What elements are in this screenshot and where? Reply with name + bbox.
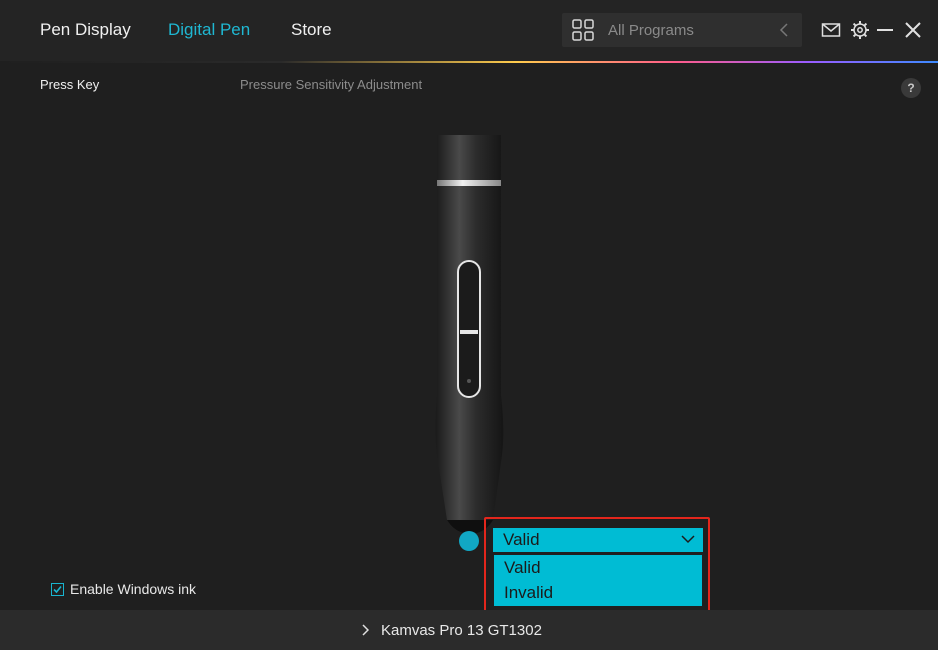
tab-digital-pen[interactable]: Digital Pen: [168, 20, 250, 40]
help-icon[interactable]: ?: [901, 78, 921, 98]
tip-action-selected: Valid: [503, 530, 540, 549]
mail-icon[interactable]: [821, 20, 841, 40]
program-selector[interactable]: All Programs: [562, 13, 802, 47]
grid-icon: [572, 19, 594, 41]
chevron-left-icon[interactable]: [778, 22, 790, 38]
gear-icon[interactable]: [850, 20, 870, 40]
option-valid[interactable]: Valid: [504, 558, 541, 578]
close-icon[interactable]: [903, 20, 923, 40]
device-name: Kamvas Pro 13 GT1302: [381, 622, 542, 639]
check-icon: [53, 585, 62, 594]
program-label: All Programs: [608, 22, 694, 39]
windows-ink-checkbox[interactable]: [51, 583, 64, 596]
minimize-icon[interactable]: [875, 20, 895, 40]
chevron-right-icon: [362, 624, 369, 636]
digital-pen-illustration: [435, 135, 504, 533]
header-accent-line: [0, 61, 938, 63]
tab-store[interactable]: Store: [291, 20, 332, 40]
windows-ink-label: Enable Windows ink: [70, 581, 197, 597]
tip-action-select[interactable]: Valid: [493, 528, 703, 552]
subtab-press-key[interactable]: Press Key: [40, 77, 99, 92]
option-invalid[interactable]: Invalid: [504, 583, 553, 603]
device-footer[interactable]: Kamvas Pro 13 GT1302: [0, 610, 938, 650]
tab-pen-display[interactable]: Pen Display: [40, 20, 131, 40]
chevron-down-icon: [681, 535, 695, 544]
top-bar: Pen Display Digital Pen Store All Progra…: [0, 0, 938, 62]
subtab-pressure-sensitivity[interactable]: Pressure Sensitivity Adjustment: [240, 77, 422, 92]
pen-tip-marker: [459, 531, 479, 551]
tip-action-dropdown: Valid Invalid: [494, 555, 702, 606]
